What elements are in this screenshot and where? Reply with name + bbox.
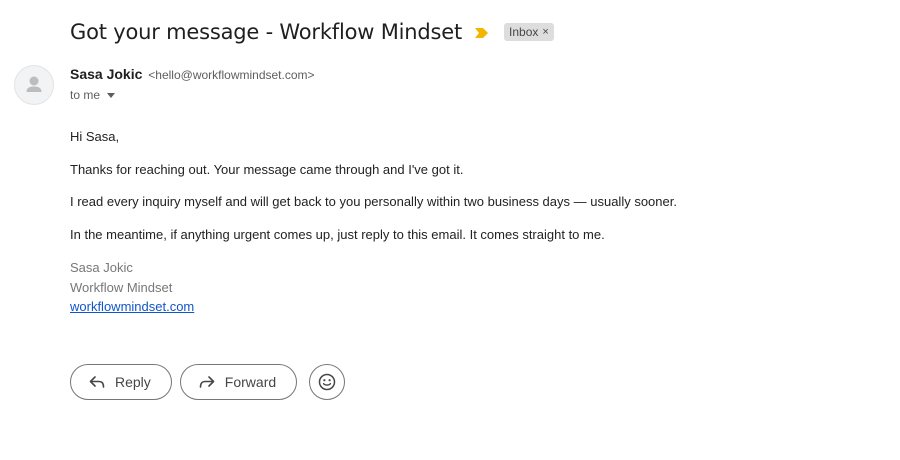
importance-marker-icon[interactable]	[474, 26, 490, 38]
email-subject: Got your message - Workflow Mindset	[70, 20, 463, 44]
subject-row: Got your message - Workflow Mindset Inbo…	[70, 16, 554, 48]
sender-name[interactable]: Sasa Jokic	[70, 66, 142, 82]
remove-label-button[interactable]: ×	[542, 26, 548, 38]
sender-line: Sasa Jokic <hello@workflowmindset.com>	[70, 66, 315, 82]
reply-arrow-icon	[89, 376, 105, 388]
recipient-label: to me	[70, 88, 101, 102]
recipient-details-toggle[interactable]: to me	[70, 88, 116, 102]
signature-website-link[interactable]: workflowmindset.com	[70, 299, 194, 314]
reply-label: Reply	[115, 374, 151, 390]
body-paragraph: In the meantime, if anything urgent come…	[70, 226, 605, 242]
message-actions: Reply Forward	[70, 364, 346, 400]
signature-company: Workflow Mindset	[70, 279, 173, 295]
forward-arrow-icon	[199, 376, 215, 388]
signature: Sasa Jokic Workflow Mindset workflowmind…	[70, 258, 870, 317]
person-icon	[26, 76, 42, 92]
forward-label: Forward	[224, 374, 277, 390]
sender-email: <hello@workflowmindset.com>	[148, 68, 315, 82]
avatar[interactable]	[14, 65, 54, 105]
label-chip-inbox: Inbox ×	[504, 23, 554, 41]
message-body: Hi Sasa, Thanks for reaching out. Your m…	[70, 128, 870, 317]
body-paragraph: Thanks for reaching out. Your message ca…	[70, 161, 464, 177]
caret-down-icon[interactable]	[107, 92, 116, 98]
body-paragraph: I read every inquiry myself and will get…	[70, 194, 677, 209]
greeting: Hi Sasa,	[70, 129, 120, 144]
add-reaction-button[interactable]	[309, 364, 346, 400]
reply-button[interactable]: Reply	[70, 364, 172, 400]
label-chip-text: Inbox	[509, 25, 539, 39]
smiley-face-icon	[318, 373, 336, 391]
forward-button[interactable]: Forward	[179, 364, 298, 400]
signature-name: Sasa Jokic	[70, 260, 133, 275]
